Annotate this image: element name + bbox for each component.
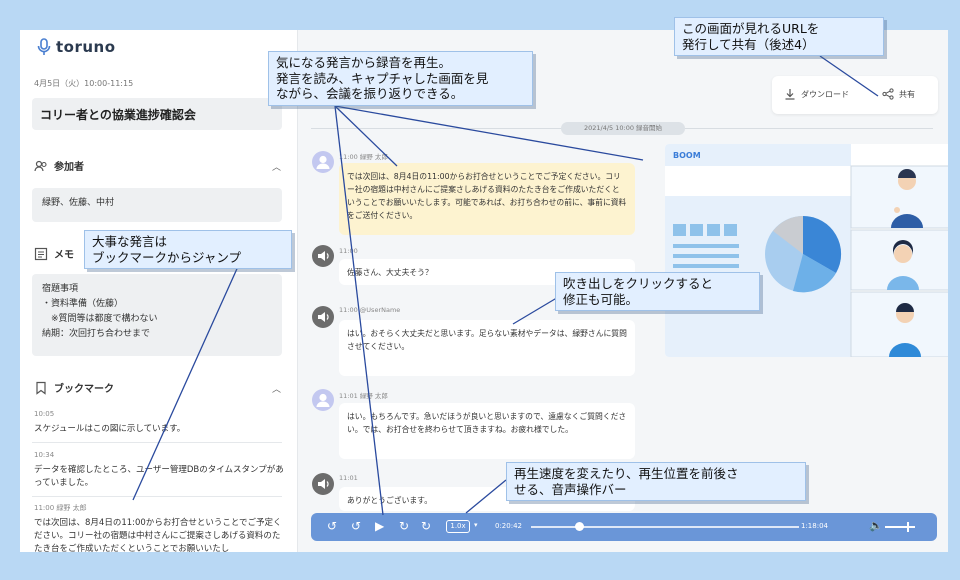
bookmark-item[interactable]: 10:05 スケジュールはこの図に示しています。	[34, 408, 286, 436]
volume-slider[interactable]	[885, 526, 915, 528]
callout-line: ながら、会議を振り返りできる。	[276, 86, 464, 101]
callout-line: 発言を読み、キャプチャした画面を見	[276, 70, 489, 86]
playback-rate-select[interactable]: 1.0x	[446, 520, 470, 533]
speaker-label: 11:01	[339, 474, 358, 482]
share-icon	[882, 88, 894, 100]
chevron-down-icon[interactable]: ▾	[474, 521, 478, 529]
meeting-date: 4月5日（火）10:00-11:15	[34, 79, 134, 88]
bookmark-icon	[36, 381, 46, 395]
share-label: 共有	[899, 89, 915, 99]
participant-face	[894, 245, 912, 263]
bookmark-text: では次回は、8月4日の11:00からお打合せということでご予定ください。コリー社…	[34, 518, 282, 552]
download-button[interactable]: ダウンロード	[784, 88, 849, 100]
current-time: 0:20:42	[495, 522, 522, 530]
seek-bar[interactable]	[531, 526, 799, 528]
callout-url-share: この画面が見れるURLを 発行して共有（後述4）	[674, 17, 884, 56]
memo-line: ※質問等は都度で構わない	[42, 314, 158, 324]
callout-audio-bar: 再生速度を変えたり、再生位置を前後さ せる、音声操作バー	[506, 462, 806, 501]
rewind-small-icon[interactable]: ↺	[351, 519, 361, 533]
total-time: 1:18:04	[801, 522, 828, 530]
bookmark-item[interactable]: 11:00 緑野 太郎 では次回は、8月4日の11:00からお打合せということで…	[34, 502, 286, 552]
callout-line: 吹き出しをクリックすると	[563, 276, 714, 291]
memo-line: ・資料準備（佐藤）	[42, 299, 124, 309]
memo-header[interactable]: メモ	[34, 246, 74, 261]
transcript-bubble[interactable]: はい。おそらく大丈夫だと思います。足らない素材やデータは、緑野さんに質問させてく…	[339, 320, 635, 376]
callout-line: 大事な発言は	[92, 234, 168, 249]
callout-replay: 気になる発言から録音を再生。 発言を読み、キャプチャした画面を見 ながら、会議を…	[268, 51, 533, 106]
share-button[interactable]: 共有	[882, 88, 915, 100]
captured-slide-image: BOOM	[665, 144, 948, 357]
speaker-label: 11:00 @UserName	[339, 306, 401, 314]
callout-line: 発行して共有（後述4）	[682, 36, 815, 52]
memo-line: 納期：次回打ち合わせまで	[42, 329, 151, 339]
person-icon	[316, 155, 330, 169]
callout-edit: 吹き出しをクリックすると 修正も可能。	[555, 272, 760, 311]
participants-header[interactable]: 参加者	[34, 158, 84, 173]
video-label: BOOM	[673, 151, 701, 160]
audio-avatar	[312, 245, 334, 267]
app-window: toruno 4月5日（火）10:00-11:15 コリー者との協業進捗確認会 …	[20, 30, 948, 552]
memo-box[interactable]: 宿題事項 ・資料準備（佐藤） ※質問等は都度で構わない 納期：次回打ち合わせまで	[32, 274, 282, 356]
forward-icon[interactable]: ↻	[421, 519, 431, 533]
microphone-icon	[37, 38, 51, 55]
callout-line: 修正も可能。	[563, 291, 639, 307]
callout-line: 再生速度を変えたり、再生位置を前後さ	[514, 466, 739, 481]
rewind-icon[interactable]: ↺	[327, 519, 337, 533]
bookmark-item[interactable]: 10:34 データを確認したところ、ユーザー管理DBのタイムスタンプがあっていま…	[34, 449, 286, 490]
transcript-bubble[interactable]: はい。もちろんです。急いだほうが良いと思いますので、遠慮なくご質問ください。では…	[339, 403, 635, 459]
transcript-bubble[interactable]: では次回は、8月4日の11:00からお打合せということでご予定ください。コリー社…	[339, 163, 635, 235]
memo-icon	[34, 247, 48, 260]
logo-text: toruno	[56, 38, 116, 56]
bookmark-time: 10:34	[34, 451, 55, 459]
recording-start-marker: 2021/4/5 10:00 録音開始	[561, 122, 685, 135]
callout-line: ブックマークからジャンプ	[92, 249, 242, 265]
user-avatar	[312, 151, 334, 173]
audio-player-bar: ↺ ↺ ▶ ↻ ↻ 1.0x ▾ 0:20:42 1:18:04 🔈	[311, 513, 937, 541]
speaker-icon	[318, 312, 329, 322]
callout-line: この画面が見れるURLを	[682, 21, 820, 36]
speaker-label: 11:00	[339, 247, 358, 255]
participants-heading: 参加者	[54, 162, 84, 173]
toolbar: ダウンロード 共有	[772, 76, 938, 114]
divider	[32, 442, 282, 443]
person-icon	[316, 393, 330, 407]
chevron-up-icon[interactable]: ︿	[272, 382, 281, 395]
speaker-icon	[318, 251, 329, 261]
play-icon[interactable]: ▶	[375, 519, 384, 533]
seek-handle[interactable]	[575, 522, 585, 531]
download-label: ダウンロード	[801, 89, 849, 99]
speaker-label: 11:01 緑野 太郎	[339, 392, 388, 400]
forward-small-icon[interactable]: ↻	[399, 519, 409, 533]
participants-list: 緑野、佐藤、中村	[32, 188, 282, 222]
bookmark-time: 11:00 緑野 太郎	[34, 504, 87, 512]
callout-line: せる、音声操作バー	[514, 481, 627, 497]
bookmark-time: 10:05	[34, 410, 55, 418]
meeting-title: コリー者との協業進捗確認会	[32, 98, 282, 130]
people-icon	[34, 160, 47, 171]
memo-heading: メモ	[54, 250, 74, 261]
screen-capture[interactable]: BOOM	[665, 144, 948, 357]
callout-line: 気になる発言から録音を再生。	[276, 55, 452, 70]
speaker-label: 11:00 緑野 太郎	[339, 153, 388, 161]
audio-avatar	[312, 306, 334, 328]
bookmark-text: スケジュールはこの図に示しています。	[34, 424, 186, 434]
bookmark-text: データを確認したところ、ユーザー管理DBのタイムスタンプがあっていました。	[34, 465, 284, 488]
memo-line: 宿題事項	[42, 284, 79, 294]
bookmark-heading: ブックマーク	[54, 384, 114, 395]
bookmark-header[interactable]: ブックマーク	[34, 380, 114, 395]
download-icon	[785, 89, 795, 100]
divider	[32, 496, 282, 497]
volume-icon[interactable]: 🔈	[869, 519, 883, 532]
audio-avatar	[312, 473, 334, 495]
chevron-up-icon[interactable]: ︿	[272, 160, 281, 173]
callout-bookmark: 大事な発言は ブックマークからジャンプ	[84, 230, 292, 269]
user-avatar	[312, 389, 334, 411]
speaker-icon	[318, 479, 329, 489]
logo[interactable]: toruno	[36, 38, 116, 56]
sidebar: toruno 4月5日（火）10:00-11:15 コリー者との協業進捗確認会 …	[20, 30, 298, 552]
volume-handle[interactable]	[907, 522, 909, 532]
